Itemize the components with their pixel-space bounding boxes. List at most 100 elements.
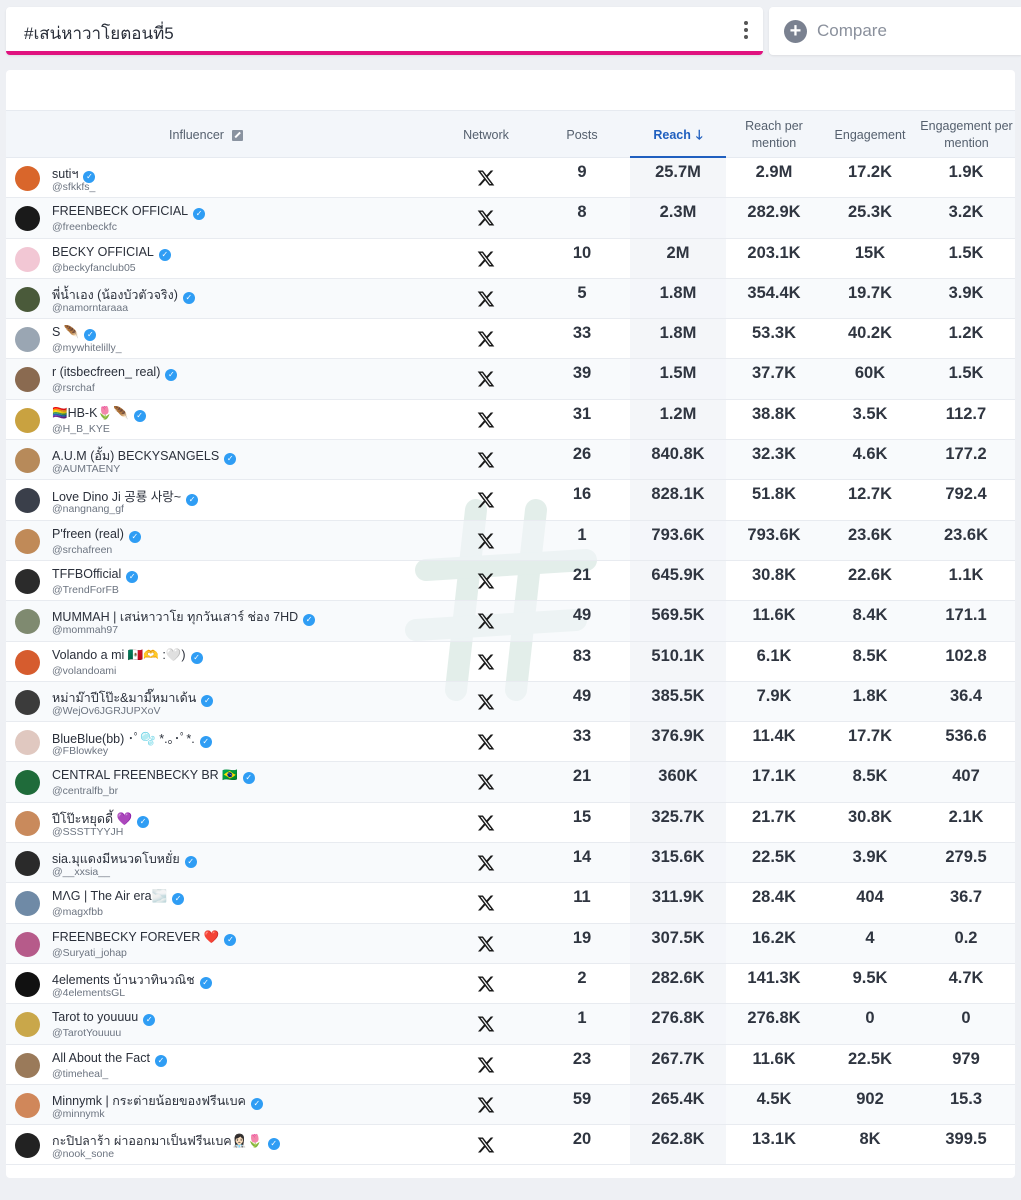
table-body: sutiฯ ✓ @sfkkfs_ 9 25.7M 2.9M 17.2K 1.9K … [6,158,1015,1166]
x-network-icon [476,329,496,349]
avatar[interactable] [15,770,40,796]
table-row[interactable]: P'freen (real) ✓ @srchafreen 1 793.6K 793… [6,520,1015,561]
table-row[interactable]: S 🪶 ✓ @mywhitelilly_ 33 1.8M 53.3K 40.2K … [6,319,1015,360]
table-row[interactable]: FREENBECKY FOREVER ❤️ ✓ @Suryati_johap 19… [6,923,1015,964]
table-row[interactable]: MΛG | The Air era🌫️ ✓ @magxfbb 11 311.9K … [6,883,1015,924]
avatar[interactable] [15,1052,40,1078]
table-row[interactable]: Minnymk | กระต่ายน้อยของฟรีนเบค ✓ @minnym… [6,1084,1015,1126]
table-row[interactable]: 4elements บ้านวาทินวณิช ✓ @4elementsGL 2 … [6,964,1015,1005]
table-row[interactable]: BlueBlue(bb) ･ﾟ🫧 *.｡･ﾟ*. ✓ @FBlowkey 33 3… [6,722,1015,763]
verified-badge-icon: ✓ [303,614,316,627]
reach-per-mention-value: 282.9K [747,203,801,222]
table-row[interactable]: Volando a mi 🇲🇽🫶 :🤍) ✓ @volandoami 83 510… [6,642,1015,682]
avatar[interactable] [15,931,40,957]
influencer-name[interactable]: TFFBOfficial ✓ [52,567,139,583]
avatar[interactable] [15,407,40,433]
avatar[interactable] [15,528,40,554]
avatar[interactable] [15,851,40,877]
hashtag-tab[interactable]: #เสน่หาวาโยตอนที่5 [6,7,763,55]
posts-value: 8 [577,203,587,222]
table-row[interactable]: r (itsbecfreen_ real) ✓ @rsrchaf 39 1.5M … [6,359,1015,400]
influencer-name[interactable]: P'freen (real) ✓ [52,527,141,543]
avatar[interactable] [15,1012,40,1038]
influencer-name[interactable]: 🏳️‍🌈HB-K🌷🪶 ✓ [52,406,146,422]
table-row[interactable]: Tarot to youuuu ✓ @TarotYouuuu 1 276.8K 2… [6,1004,1015,1045]
header-posts[interactable]: Posts [534,111,630,159]
posts-value: 11 [573,888,591,907]
influencer-name[interactable]: FREENBECK OFFICIAL ✓ [52,204,206,221]
avatar[interactable] [15,568,40,594]
compare-button[interactable]: + Compare [769,7,1021,55]
avatar[interactable] [15,971,40,997]
influencer-name[interactable]: r (itsbecfreen_ real) ✓ [52,365,178,382]
reach-value: 840.8K [651,445,705,464]
engagement-value: 404 [856,888,884,907]
avatar[interactable] [15,448,40,474]
header-reach[interactable]: Reach 🡓 [630,111,726,159]
header-engagement-per-mention[interactable]: Engagement per mention [918,111,1015,159]
top-bar: #เสน่หาวาโยตอนที่5 + Compare [0,0,1021,62]
engagement-value: 60K [854,364,886,383]
avatar[interactable] [15,327,40,353]
engagement-per-mention-value: 1.5K [948,364,984,383]
influencer-name[interactable]: MΛG | The Air era🌫️ ✓ [52,889,185,906]
influencer-name[interactable]: BECKY OFFICIAL ✓ [52,245,171,261]
more-options-icon[interactable] [741,19,751,41]
avatar[interactable] [15,488,40,514]
header-reach-per-mention[interactable]: Reach per mention [726,111,822,159]
avatar[interactable] [15,891,40,917]
header-engagement[interactable]: Engagement [822,111,918,159]
influencer-handle: @volandoami [52,664,117,677]
influencer-name[interactable]: All About the Fact ✓ [52,1051,167,1067]
table-row[interactable]: All About the Fact ✓ @timeheal_ 23 267.7K… [6,1045,1015,1085]
header-network[interactable]: Network [438,111,534,159]
engagement-value: 8K [859,1130,881,1149]
table-row[interactable]: A.U.M (อั้ม) BECKYSANGELS ✓ @AUMTAENY 26 … [6,440,1015,481]
avatar[interactable] [15,689,40,715]
avatar[interactable] [15,1092,40,1118]
influencer-name[interactable]: FREENBECKY FOREVER ❤️ ✓ [52,930,237,946]
influencer-name[interactable]: CENTRAL FREENBECKY BR 🇧🇷 ✓ [52,768,255,785]
posts-value: 10 [572,243,592,262]
avatar[interactable] [15,367,40,393]
table-row[interactable]: 🏳️‍🌈HB-K🌷🪶 ✓ @H_B_KYE 31 1.2M 38.8K 3.5K … [6,400,1015,441]
table-row[interactable]: sutiฯ ✓ @sfkkfs_ 9 25.7M 2.9M 17.2K 1.9K [6,158,1015,199]
table-row[interactable]: BECKY OFFICIAL ✓ @beckyfanclub05 10 2M 20… [6,239,1015,279]
avatar[interactable] [15,286,40,312]
table-row[interactable]: Love Dino Ji 공룡 사랑~ ✓ @nangnang_gf 16 828… [6,480,1015,521]
influencer-name[interactable]: S 🪶 ✓ [52,325,97,342]
table-row[interactable]: ปีโป๊ะหยุดดี้ 💜 ✓ @SSSTTYYJH 15 325.7K 21… [6,803,1015,844]
table-row[interactable]: TFFBOfficial ✓ @TrendForFB 21 645.9K 30.8… [6,561,1015,602]
posts-value: 49 [572,686,592,705]
reach-value: 828.1K [651,485,705,504]
table-row[interactable]: หม่าม๊าปีโป๊ะ&มามี๊หมาเด้น ✓ @WejOv6JGRJU… [6,681,1015,723]
reach-value: 1.8M [659,283,697,302]
reach-value: 265.4K [651,1089,705,1108]
avatar[interactable] [15,810,40,836]
external-link-icon[interactable] [231,129,243,141]
avatar[interactable] [15,246,40,272]
influencer-handle: @TarotYouuuu [52,1027,122,1040]
table-row[interactable]: CENTRAL FREENBECKY BR 🇧🇷 ✓ @centralfb_br … [6,762,1015,803]
header-influencer[interactable]: Influencer [46,111,366,159]
verified-badge-icon: ✓ [133,409,146,422]
avatar[interactable] [15,166,40,191]
table-row[interactable]: sia.มุแดงมีหนวดโบหยั่ย ✓ @__xxsia__ 14 31… [6,843,1015,884]
table-row[interactable]: MUMMAH | เสน่หาวาโย ทุกวันเสาร์ ช่อง 7HD… [6,601,1015,642]
avatar[interactable] [15,730,40,756]
avatar[interactable] [15,1133,40,1159]
influencer-name[interactable]: Volando a mi 🇲🇽🫶 :🤍) ✓ [52,648,203,664]
influencer-name[interactable]: Tarot to youuuu ✓ [52,1010,156,1027]
influencer-table-card: Influencer Network Posts Reach 🡓 Reach pe… [6,70,1015,1178]
reach-value: 262.8K [651,1130,705,1149]
avatar[interactable] [15,206,40,232]
table-row[interactable]: FREENBECK OFFICIAL ✓ @freenbeckfc 8 2.3M … [6,198,1015,239]
engagement-per-mention-value: 36.4 [949,686,983,705]
avatar[interactable] [15,609,40,635]
x-network-icon [476,1014,496,1034]
posts-value: 5 [577,283,587,302]
influencer-handle: @SSSTTYYJH [52,825,124,838]
table-row[interactable]: พี่น้ำเอง (น้องบัวตัวจริง) ✓ @namorntaraa… [6,278,1015,320]
avatar[interactable] [15,649,40,675]
table-row[interactable]: กะปิปลาร้า ผ่าออกมาเป็นฟรีนเบค👩🏻‍⚕️🌷 ✓ @n… [6,1125,1015,1166]
